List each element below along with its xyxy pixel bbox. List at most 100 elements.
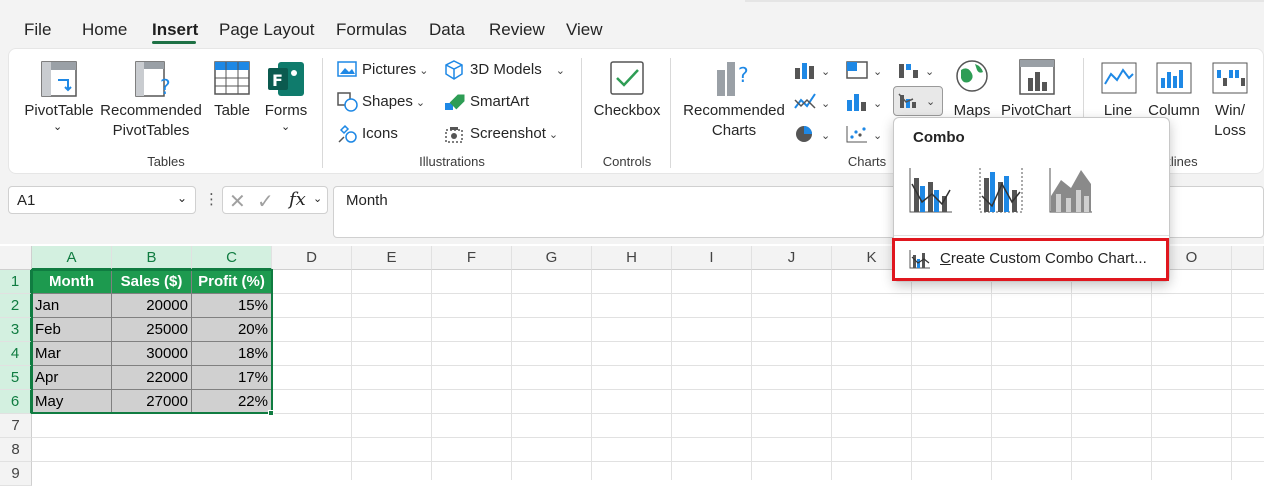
scatter-chart-icon[interactable]: ⌄ bbox=[845, 124, 885, 149]
recommended-charts-line1[interactable]: Recommended bbox=[680, 101, 788, 121]
recommended-pivottables-line2[interactable]: PivotTables bbox=[98, 121, 204, 141]
pictures-icon[interactable] bbox=[337, 60, 357, 83]
column-header-p[interactable] bbox=[1232, 246, 1264, 270]
clustered-column-line-secondary-axis-icon[interactable] bbox=[978, 166, 1024, 219]
name-box-chevron-icon[interactable]: ⌄ bbox=[177, 191, 187, 205]
recommended-pivottables-line1[interactable]: Recommended bbox=[98, 101, 204, 121]
row-header-2[interactable]: 2 bbox=[0, 294, 32, 318]
sparkline-winloss-icon[interactable] bbox=[1212, 62, 1248, 99]
3d-models-button[interactable]: 3D Models ⌄ bbox=[470, 61, 565, 78]
waterfall-chart-icon[interactable]: ⌄ bbox=[897, 60, 937, 85]
tab-page-layout[interactable]: Page Layout bbox=[219, 20, 314, 40]
fx-chevron-icon[interactable]: ⌄ bbox=[313, 192, 322, 205]
row-header-3[interactable]: 3 bbox=[0, 318, 32, 342]
row-header-7[interactable]: 7 bbox=[0, 414, 32, 438]
column-header-h[interactable]: H bbox=[592, 246, 672, 270]
column-header-b[interactable]: B bbox=[112, 246, 192, 270]
screenshot-chevron-icon[interactable]: ⌄ bbox=[549, 129, 558, 141]
row-header-6[interactable]: 6 bbox=[0, 390, 32, 414]
row-header-9[interactable]: 9 bbox=[0, 462, 32, 486]
icons-icon[interactable] bbox=[337, 124, 359, 149]
table-icon[interactable] bbox=[213, 60, 251, 101]
insert-function-button[interactable]: fx bbox=[289, 189, 306, 210]
svg-text:⌄: ⌄ bbox=[925, 66, 934, 78]
dropdown-divider bbox=[894, 235, 1169, 236]
pie-chart-icon[interactable]: ⌄ bbox=[793, 124, 833, 149]
pictures-button[interactable]: Pictures ⌄ bbox=[362, 61, 428, 78]
create-custom-combo-chart-item[interactable]: Create Custom Combo Chart... bbox=[892, 238, 1169, 281]
gridline bbox=[1071, 270, 1072, 480]
column-header-g[interactable]: G bbox=[512, 246, 592, 270]
row-header-1[interactable]: 1 bbox=[0, 270, 32, 294]
pivotchart-icon[interactable] bbox=[1018, 58, 1056, 101]
sparkline-winloss-line2[interactable]: Loss bbox=[1208, 121, 1252, 141]
checkbox-icon[interactable] bbox=[609, 60, 645, 101]
pictures-chevron-icon[interactable]: ⌄ bbox=[419, 65, 428, 77]
checkbox-button[interactable]: Checkbox bbox=[592, 101, 662, 121]
combo-chart-button[interactable]: ⌄ bbox=[893, 86, 943, 116]
column-header-a[interactable]: A bbox=[32, 246, 112, 270]
column-header-j[interactable]: J bbox=[752, 246, 832, 270]
3d-models-chevron-icon[interactable]: ⌄ bbox=[556, 65, 565, 77]
hierarchy-chart-icon[interactable]: ⌄ bbox=[845, 60, 885, 85]
screenshot-button[interactable]: Screenshot ⌄ bbox=[470, 125, 558, 142]
enter-icon[interactable]: ✓ bbox=[257, 189, 274, 214]
recommended-charts-line2[interactable]: Charts bbox=[680, 121, 788, 141]
column-header-e[interactable]: E bbox=[352, 246, 432, 270]
fill-handle[interactable] bbox=[268, 410, 274, 416]
custom-combo-chart-icon bbox=[909, 249, 931, 274]
table-button[interactable]: Table bbox=[206, 101, 258, 121]
more-options-icon[interactable]: ⋮ bbox=[204, 190, 219, 208]
forms-button[interactable]: Forms bbox=[260, 101, 312, 121]
maps-icon[interactable] bbox=[955, 58, 989, 99]
3d-models-icon[interactable] bbox=[444, 60, 464, 85]
row-header-5[interactable]: 5 bbox=[0, 366, 32, 390]
gridline bbox=[751, 270, 752, 480]
column-header-i[interactable]: I bbox=[672, 246, 752, 270]
sparkline-winloss-line1[interactable]: Win/ bbox=[1208, 101, 1252, 121]
statistic-chart-icon[interactable]: ⌄ bbox=[845, 92, 885, 117]
sparkline-line-icon[interactable] bbox=[1101, 62, 1137, 99]
smartart-button[interactable]: SmartArt bbox=[470, 93, 529, 110]
tab-review[interactable]: Review bbox=[489, 20, 545, 40]
shapes-chevron-icon[interactable]: ⌄ bbox=[416, 97, 425, 109]
select-all-corner[interactable] bbox=[0, 246, 32, 270]
cancel-icon[interactable]: ✕ bbox=[229, 189, 246, 214]
forms-icon[interactable]: F bbox=[266, 60, 306, 103]
column-header-d[interactable]: D bbox=[272, 246, 352, 270]
shapes-button[interactable]: Shapes ⌄ bbox=[362, 93, 425, 110]
combo-dropdown-title: Combo bbox=[913, 129, 965, 146]
icons-button[interactable]: Icons bbox=[362, 125, 398, 142]
row-header-4[interactable]: 4 bbox=[0, 342, 32, 366]
recommended-charts-icon[interactable]: ? bbox=[714, 60, 756, 103]
tab-insert[interactable]: Insert bbox=[152, 20, 198, 40]
pivottable-chevron-icon[interactable]: ⌄ bbox=[53, 120, 62, 133]
sparkline-column-icon[interactable] bbox=[1156, 62, 1192, 99]
tab-data[interactable]: Data bbox=[429, 20, 465, 40]
row-header-8[interactable]: 8 bbox=[0, 438, 32, 462]
name-box[interactable]: A1 ⌄ bbox=[8, 186, 196, 214]
svg-text:?: ? bbox=[738, 63, 749, 87]
pivottable-button[interactable]: PivotTable bbox=[22, 101, 96, 121]
column-header-c[interactable]: C bbox=[192, 246, 272, 270]
tab-home[interactable]: Home bbox=[82, 20, 127, 40]
tab-formulas[interactable]: Formulas bbox=[336, 20, 407, 40]
stacked-area-column-icon[interactable] bbox=[1048, 166, 1094, 219]
forms-chevron-icon[interactable]: ⌄ bbox=[281, 120, 290, 133]
recommended-pivottables-icon[interactable]: ? bbox=[134, 60, 174, 103]
pivottable-icon[interactable] bbox=[40, 60, 78, 103]
tab-view[interactable]: View bbox=[566, 20, 603, 40]
clustered-column-line-icon[interactable] bbox=[908, 166, 954, 219]
shapes-icon[interactable] bbox=[337, 92, 359, 117]
gridline bbox=[1151, 270, 1152, 480]
separator bbox=[581, 58, 582, 168]
name-box-value: A1 bbox=[17, 192, 36, 209]
smartart-icon[interactable] bbox=[444, 92, 466, 117]
svg-text:⌄: ⌄ bbox=[873, 66, 882, 78]
gridline bbox=[911, 270, 912, 480]
line-chart-icon[interactable]: ⌄ bbox=[793, 92, 833, 117]
tab-file[interactable]: File bbox=[24, 20, 51, 40]
screenshot-icon[interactable] bbox=[444, 124, 466, 149]
column-chart-icon[interactable]: ⌄ bbox=[793, 60, 833, 85]
column-header-f[interactable]: F bbox=[432, 246, 512, 270]
